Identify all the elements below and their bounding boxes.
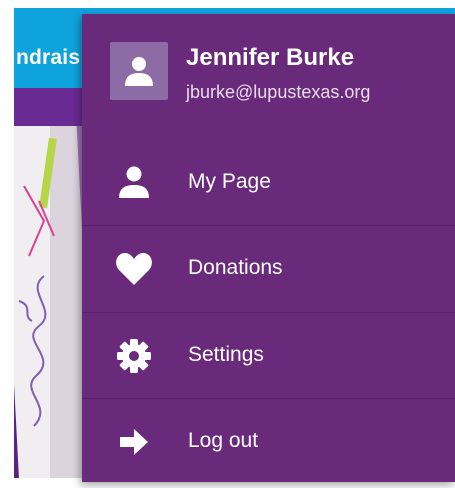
menu-item-label: Donations (188, 256, 283, 279)
person-icon (125, 57, 153, 86)
user-name: Jennifer Burke (186, 44, 355, 71)
menu-item-donations[interactable]: Donations (82, 225, 455, 312)
menu-item-label: My Page (188, 170, 271, 193)
person-icon (119, 166, 149, 198)
user-dropdown-menu: Jennifer Burke jburke@lupustexas.org My … (82, 14, 455, 482)
menu-item-my-page[interactable]: My Page (82, 140, 455, 226)
gear-icon (117, 339, 151, 373)
user-email: jburke@lupustexas.org (186, 82, 371, 102)
arrow-right-icon (120, 429, 148, 455)
menu-item-settings[interactable]: Settings (82, 312, 455, 399)
user-profile-header: Jennifer Burke jburke@lupustexas.org (82, 14, 455, 126)
heart-icon (116, 253, 152, 285)
menu-item-log-out[interactable]: Log out (82, 398, 455, 485)
app-header-title: ndrais (16, 46, 81, 69)
menu-item-label: Settings (188, 343, 264, 366)
avatar (110, 42, 168, 100)
menu-item-label: Log out (188, 429, 259, 452)
